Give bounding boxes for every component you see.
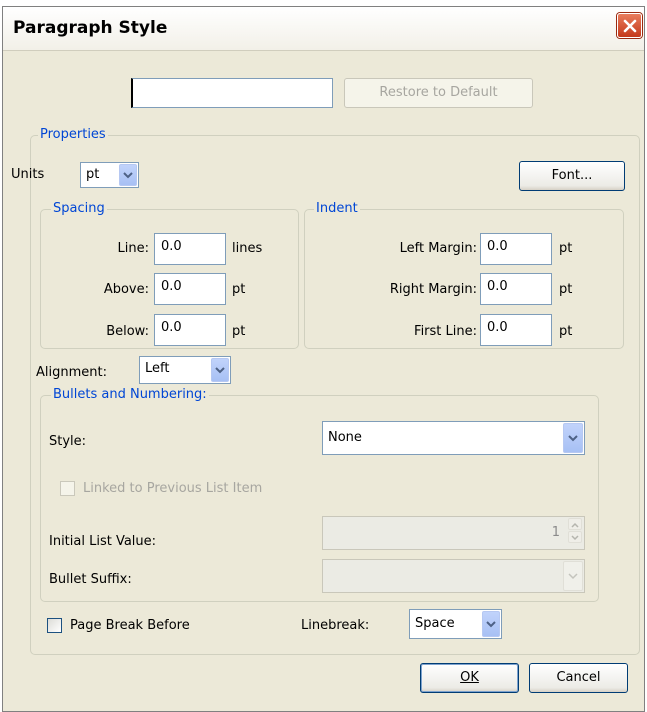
- line-spacing-input[interactable]: 0.0: [154, 233, 226, 265]
- cancel-button-label: Cancel: [556, 670, 601, 685]
- window-title: Paragraph Style: [13, 18, 168, 38]
- right-margin-input[interactable]: 0.0: [480, 273, 552, 305]
- below-unit: pt: [232, 324, 246, 339]
- paragraph-style-dialog: Paragraph Style Restore to Default Prope…: [2, 6, 645, 712]
- right-margin-unit: pt: [559, 282, 573, 297]
- initial-list-value-input[interactable]: 1: [322, 516, 585, 550]
- linked-previous-checkbox[interactable]: [60, 481, 75, 496]
- indent-legend: Indent: [314, 201, 360, 217]
- style-name-input[interactable]: [131, 78, 333, 108]
- initial-list-value-label: Initial List Value:: [49, 534, 157, 549]
- font-button[interactable]: Font...: [519, 161, 625, 191]
- page-break-before-checkbox[interactable]: [47, 618, 62, 633]
- restore-default-label: Restore to Default: [379, 85, 498, 100]
- units-select[interactable]: pt: [80, 162, 139, 188]
- font-button-label: Font...: [551, 168, 593, 183]
- linebreak-select[interactable]: Space: [409, 609, 502, 639]
- spin-up-button[interactable]: [568, 518, 582, 530]
- units-label: Units: [11, 167, 45, 182]
- alignment-label: Alignment:: [36, 365, 107, 380]
- first-line-input[interactable]: 0.0: [480, 314, 552, 346]
- bullet-style-select[interactable]: None: [322, 421, 585, 455]
- alignment-value: Left: [145, 361, 170, 376]
- spin-down-button[interactable]: [568, 531, 582, 543]
- ok-button[interactable]: OK: [420, 663, 519, 693]
- bullet-style-value: None: [328, 430, 362, 445]
- restore-default-button[interactable]: Restore to Default: [344, 78, 533, 108]
- left-margin-label: Left Margin:: [399, 241, 477, 256]
- close-button[interactable]: [617, 13, 642, 38]
- left-margin-input[interactable]: 0.0: [480, 233, 552, 265]
- below-label: Below:: [106, 324, 149, 339]
- linked-previous-label: Linked to Previous List Item: [83, 481, 263, 496]
- ok-button-label: OK: [460, 670, 479, 685]
- linebreak-value: Space: [415, 616, 455, 631]
- linebreak-label: Linebreak:: [301, 618, 370, 633]
- properties-legend: Properties: [38, 127, 108, 143]
- close-icon: [623, 19, 637, 33]
- chevron-down-icon: [563, 423, 583, 453]
- units-value: pt: [86, 167, 100, 182]
- title-bar[interactable]: Paragraph Style: [3, 7, 644, 51]
- below-spacing-input[interactable]: 0.0: [154, 314, 226, 346]
- right-margin-label: Right Margin:: [389, 282, 477, 297]
- above-label: Above:: [103, 282, 149, 297]
- above-spacing-input[interactable]: 0.0: [154, 273, 226, 305]
- bullet-suffix-label: Bullet Suffix:: [49, 572, 132, 587]
- alignment-select[interactable]: Left: [139, 356, 231, 384]
- chevron-down-icon: [563, 561, 583, 591]
- bullets-legend: Bullets and Numbering:: [51, 387, 209, 403]
- chevron-down-icon: [211, 358, 229, 382]
- chevron-down-icon: [482, 611, 500, 637]
- cancel-button[interactable]: Cancel: [529, 663, 628, 693]
- line-label: Line:: [117, 241, 149, 256]
- first-line-label: First Line:: [414, 324, 477, 339]
- initial-list-value: 1: [551, 525, 560, 540]
- page-break-before-label: Page Break Before: [70, 618, 190, 633]
- above-unit: pt: [232, 282, 246, 297]
- first-line-unit: pt: [559, 324, 573, 339]
- line-unit: lines: [232, 241, 263, 256]
- spacing-legend: Spacing: [51, 201, 107, 217]
- style-label: Style:: [49, 434, 87, 449]
- chevron-down-icon: [119, 164, 137, 186]
- left-margin-unit: pt: [559, 241, 573, 256]
- bullet-suffix-select[interactable]: [322, 559, 585, 593]
